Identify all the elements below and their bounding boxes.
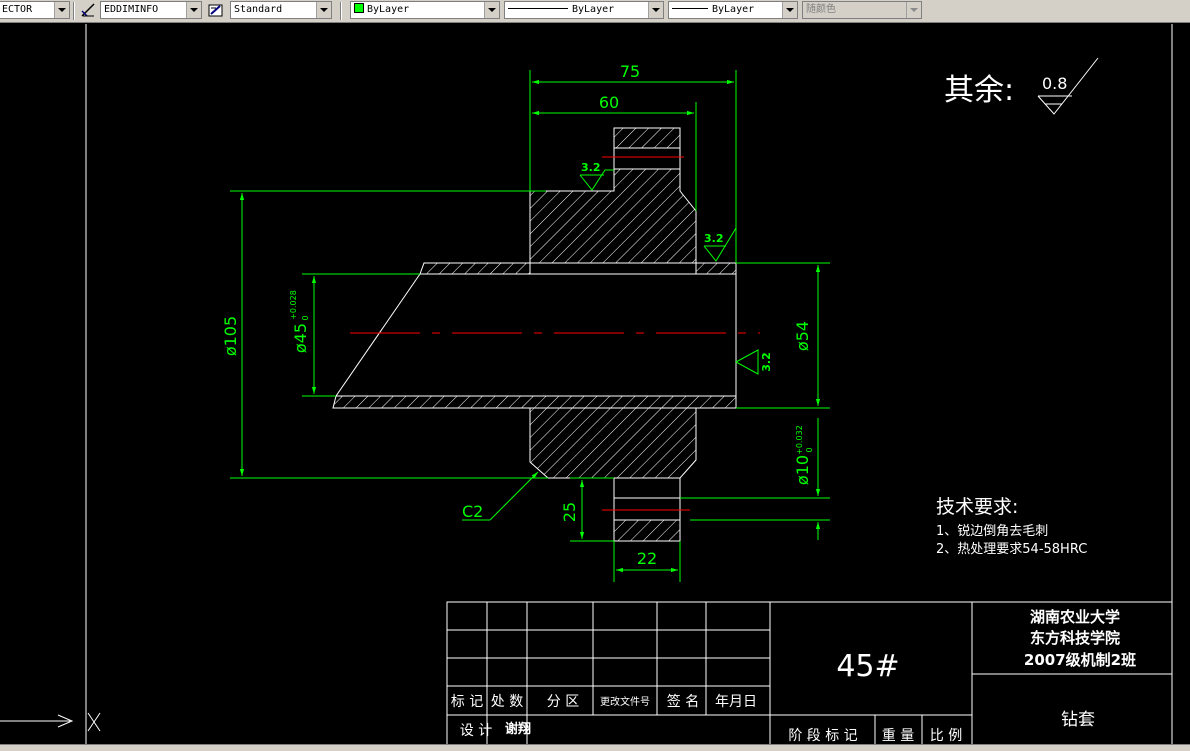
layer-color-value: ByLayer	[367, 4, 410, 15]
roughness-c-label: 3.2	[760, 352, 773, 372]
dimension-style-icon[interactable]	[80, 2, 96, 18]
plot-style-color-value: 随颜色	[806, 4, 836, 15]
scale-label: 比 例	[930, 728, 962, 744]
drawing-canvas[interactable]: 75 60 ø105 ø45 +0.028 0 ø54 ø10 +0.032 0…	[0, 23, 1190, 751]
chevron-down-icon[interactable]	[648, 2, 663, 18]
class-name: 2007级机制2班	[1024, 651, 1136, 669]
linetype-value: ByLayer	[572, 4, 615, 15]
plot-style-value: ECTOR	[2, 4, 33, 15]
tb-row-label: 年月日	[715, 694, 757, 710]
lineweight-value: ByLayer	[712, 4, 755, 15]
dim-10-label: ø10	[793, 455, 812, 485]
roughness-note-label: 其余:	[944, 73, 1014, 108]
dimension-lines	[230, 70, 830, 582]
dimension-style-dropdown[interactable]: EDDIMINFO	[100, 1, 202, 19]
text-style-icon[interactable]	[208, 2, 224, 18]
dim-10-tol-lower: 0	[805, 447, 814, 452]
chevron-down-icon[interactable]	[186, 2, 201, 18]
material-label: 45#	[836, 649, 899, 684]
chevron-down-icon[interactable]	[782, 2, 797, 18]
plot-style-color-dropdown: 随颜色	[802, 1, 922, 19]
chevron-down-icon[interactable]	[316, 2, 331, 18]
dim-45-tol-upper: +0.028	[289, 290, 298, 320]
school-name: 湖南农业大学	[1030, 608, 1120, 626]
tb-row-label: 更改文件号	[600, 695, 650, 708]
design-label: 设 计	[460, 723, 492, 739]
tech-item-2: 2、热处理要求54-58HRC	[936, 542, 1087, 557]
layout-tabs-bar[interactable]	[0, 744, 1190, 751]
dim-45-label: ø45	[291, 323, 310, 353]
layer-color-dropdown[interactable]: ByLayer	[350, 1, 500, 19]
dim-105-label: ø105	[221, 316, 240, 356]
chevron-down-icon[interactable]	[54, 2, 69, 18]
stage-label: 阶 段 标 记	[788, 728, 857, 744]
weight-label: 重 量	[882, 728, 914, 744]
linetype-dropdown[interactable]: ByLayer	[504, 1, 664, 19]
toolbar-separator	[73, 2, 75, 20]
color-swatch-icon	[354, 3, 364, 13]
designer-name: 谢翔	[505, 721, 531, 737]
roughness-b-label: 3.2	[704, 232, 724, 245]
tech-title: 技术要求:	[936, 496, 1018, 518]
dim-25-label: 25	[560, 502, 579, 522]
dim-45-tol-lower: 0	[301, 315, 310, 320]
general-roughness-note: 其余: 0.8	[944, 57, 1099, 115]
properties-toolbar: ECTOR EDDIMINFO Standard ByLayer ByLayer…	[0, 0, 1190, 23]
roughness-note-value: 0.8	[1042, 74, 1067, 93]
chevron-down-icon[interactable]	[484, 2, 499, 18]
chevron-down-icon	[906, 2, 921, 18]
roughness-a-label: 3.2	[581, 161, 601, 174]
dimension-style-value: EDDIMINFO	[104, 4, 159, 15]
linetype-sample-icon	[508, 8, 568, 9]
lineweight-sample-icon	[672, 8, 708, 9]
tb-row-label: 签 名	[667, 693, 699, 710]
technical-requirements: 技术要求: 1、锐边倒角去毛刺 2、热处理要求54-58HRC	[936, 496, 1087, 557]
tb-row-label: 分 区	[547, 694, 579, 710]
chamfer-label: C2	[462, 502, 483, 521]
dim-75-label: 75	[620, 62, 640, 81]
dim-10-tol-upper: +0.032	[795, 425, 804, 455]
tb-row-label: 处 数	[491, 694, 523, 710]
college-name: 东方科技学院	[1030, 629, 1120, 647]
part-geometry	[332, 127, 737, 542]
tb-row-label: 标 记	[451, 694, 483, 710]
dim-54-label: ø54	[793, 321, 812, 351]
dim-22-label: 22	[637, 549, 657, 568]
dim-60-label: 60	[599, 93, 619, 112]
text-style-dropdown[interactable]: Standard	[230, 1, 332, 19]
plot-style-dropdown[interactable]: ECTOR	[0, 1, 70, 19]
lineweight-dropdown[interactable]: ByLayer	[668, 1, 798, 19]
title-block-text: 湖南农业大学 东方科技学院 2007级机制2班 45# 钻套 标 记 处 数 分…	[451, 608, 1136, 744]
text-style-value: Standard	[234, 4, 283, 15]
ucs-axis-icon	[0, 712, 101, 732]
tech-item-1: 1、锐边倒角去毛刺	[936, 524, 1048, 539]
part-name: 钻套	[1061, 710, 1095, 730]
toolbar-separator	[340, 2, 342, 20]
